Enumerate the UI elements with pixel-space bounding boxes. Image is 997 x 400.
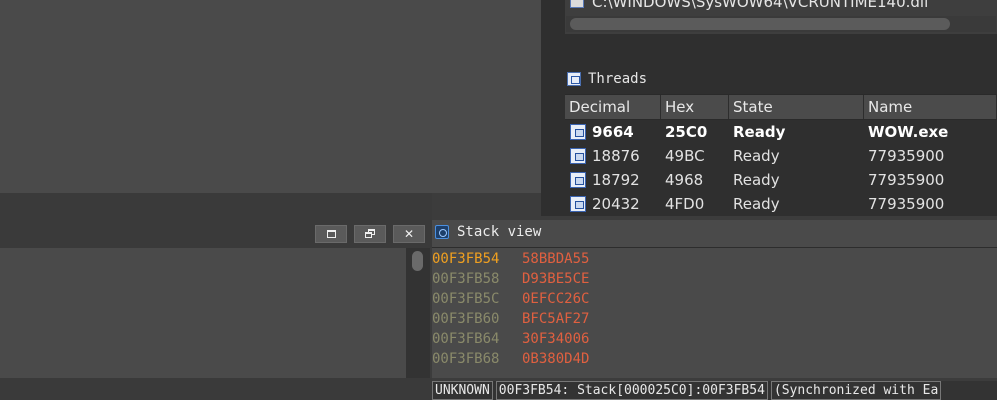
window-icon [567,72,581,86]
module-icon [570,0,584,8]
close-button[interactable]: ✕ [393,225,425,243]
stack-value: 30F34006 [522,331,590,347]
hex-view-panel [0,248,406,378]
thread-state: Ready [733,171,780,189]
thread-state: Ready [733,195,780,213]
vertical-scroll-thumb[interactable] [412,251,423,271]
stack-row[interactable]: 00F3FB5C 0EFCC26C [432,289,589,309]
stack-address: 00F3FB64 [432,331,500,347]
disassembly-panel [0,0,541,193]
thread-hex: 4968 [665,171,704,189]
status-segment-sync: (Synchronized with Ea [770,381,942,400]
restore-icon [364,229,376,239]
thread-hex: 49BC [665,147,705,165]
threads-title-label: Threads [588,71,648,87]
threads-table: Decimal Hex State Name 9664 25C0 Ready WOW.… [565,94,997,216]
stack-status-bar: UNKNOWN 00F3FB54: Stack[000025C0]:00F3FB… [432,381,997,400]
thread-name: 77935900 [868,171,945,189]
stack-row[interactable]: 00F3FB68 0B380D4D [432,349,589,369]
column-header-state[interactable]: State [729,95,864,119]
stack-address: 00F3FB54 [432,251,500,267]
column-header-hex[interactable]: Hex [661,95,729,119]
stack-row[interactable]: 00F3FB58 D93BE5CE [432,269,589,289]
threads-title: Threads [567,68,647,90]
stack-value: D93BE5CE [522,271,590,287]
column-header-decimal[interactable]: Decimal [565,95,661,119]
stack-value: 0EFCC26C [522,291,590,307]
thread-decimal: 20432 [592,195,640,213]
stack-rows: 00F3FB54 58BBDA55 00F3FB58 D93BE5CE 00F3FB5C… [432,249,589,369]
thread-hex: 25C0 [665,123,708,141]
stack-row[interactable]: 00F3FB64 30F34006 [432,329,589,349]
stack-value: 0B380D4D [522,351,590,367]
stack-value: BFC5AF27 [522,311,590,327]
thread-decimal: 18876 [592,147,640,165]
status-segment-location: 00F3FB54: Stack[000025C0]:00F3FB54 [495,381,768,400]
thread-decimal: 9664 [592,123,634,141]
thread-icon [570,196,586,212]
stack-view-title: Stack view [435,224,541,240]
thread-decimal-cell: 20432 [565,192,661,216]
thread-name: 77935900 [868,195,945,213]
modules-scroll-thumb[interactable] [570,18,950,30]
restore-button[interactable] [354,225,386,243]
thread-state: Ready [733,123,786,141]
thread-row[interactable]: 18792 4968 Ready 77935900 [565,168,997,192]
stack-view-icon [435,225,449,239]
stack-row[interactable]: 00F3FB54 58BBDA55 [432,249,589,269]
close-icon: ✕ [403,227,415,241]
stack-address: 00F3FB68 [432,351,500,367]
thread-row[interactable]: 18876 49BC Ready 77935900 [565,144,997,168]
stack-address: 00F3FB58 [432,271,500,287]
thread-icon [570,148,586,164]
threads-table-header: Decimal Hex State Name [565,94,997,120]
column-header-name[interactable]: Name [864,95,997,119]
stack-address: 00F3FB60 [432,311,500,327]
status-segment-type: UNKNOWN [432,381,493,400]
stack-address: 00F3FB5C [432,291,500,307]
thread-icon [570,172,586,188]
bottom-left-strip [0,378,432,400]
thread-decimal-cell: 18876 [565,144,661,168]
stack-view-title-label: Stack view [457,224,542,240]
thread-hex: 4FD0 [665,195,705,213]
thread-decimal-cell: 9664 [565,120,661,144]
thread-row[interactable]: 9664 25C0 Ready WOW.exe [565,120,997,144]
thread-decimal: 18792 [592,171,640,189]
thread-name: 77935900 [868,147,945,165]
thread-icon [570,124,586,140]
stack-row[interactable]: 00F3FB60 BFC5AF27 [432,309,589,329]
module-path: C:\WINDOWS\SysWOW64\VCRUNTIME140.dll [592,0,929,11]
maximize-button[interactable] [315,225,347,243]
maximize-icon [326,230,336,238]
thread-decimal-cell: 18792 [565,168,661,192]
thread-state: Ready [733,147,780,165]
thread-name: WOW.exe [868,123,949,141]
stack-value: 58BBDA55 [522,251,590,267]
module-row[interactable]: C:\WINDOWS\SysWOW64\VCRUNTIME140.dll [570,0,928,11]
thread-row[interactable]: 20432 4FD0 Ready 77935900 [565,192,997,216]
